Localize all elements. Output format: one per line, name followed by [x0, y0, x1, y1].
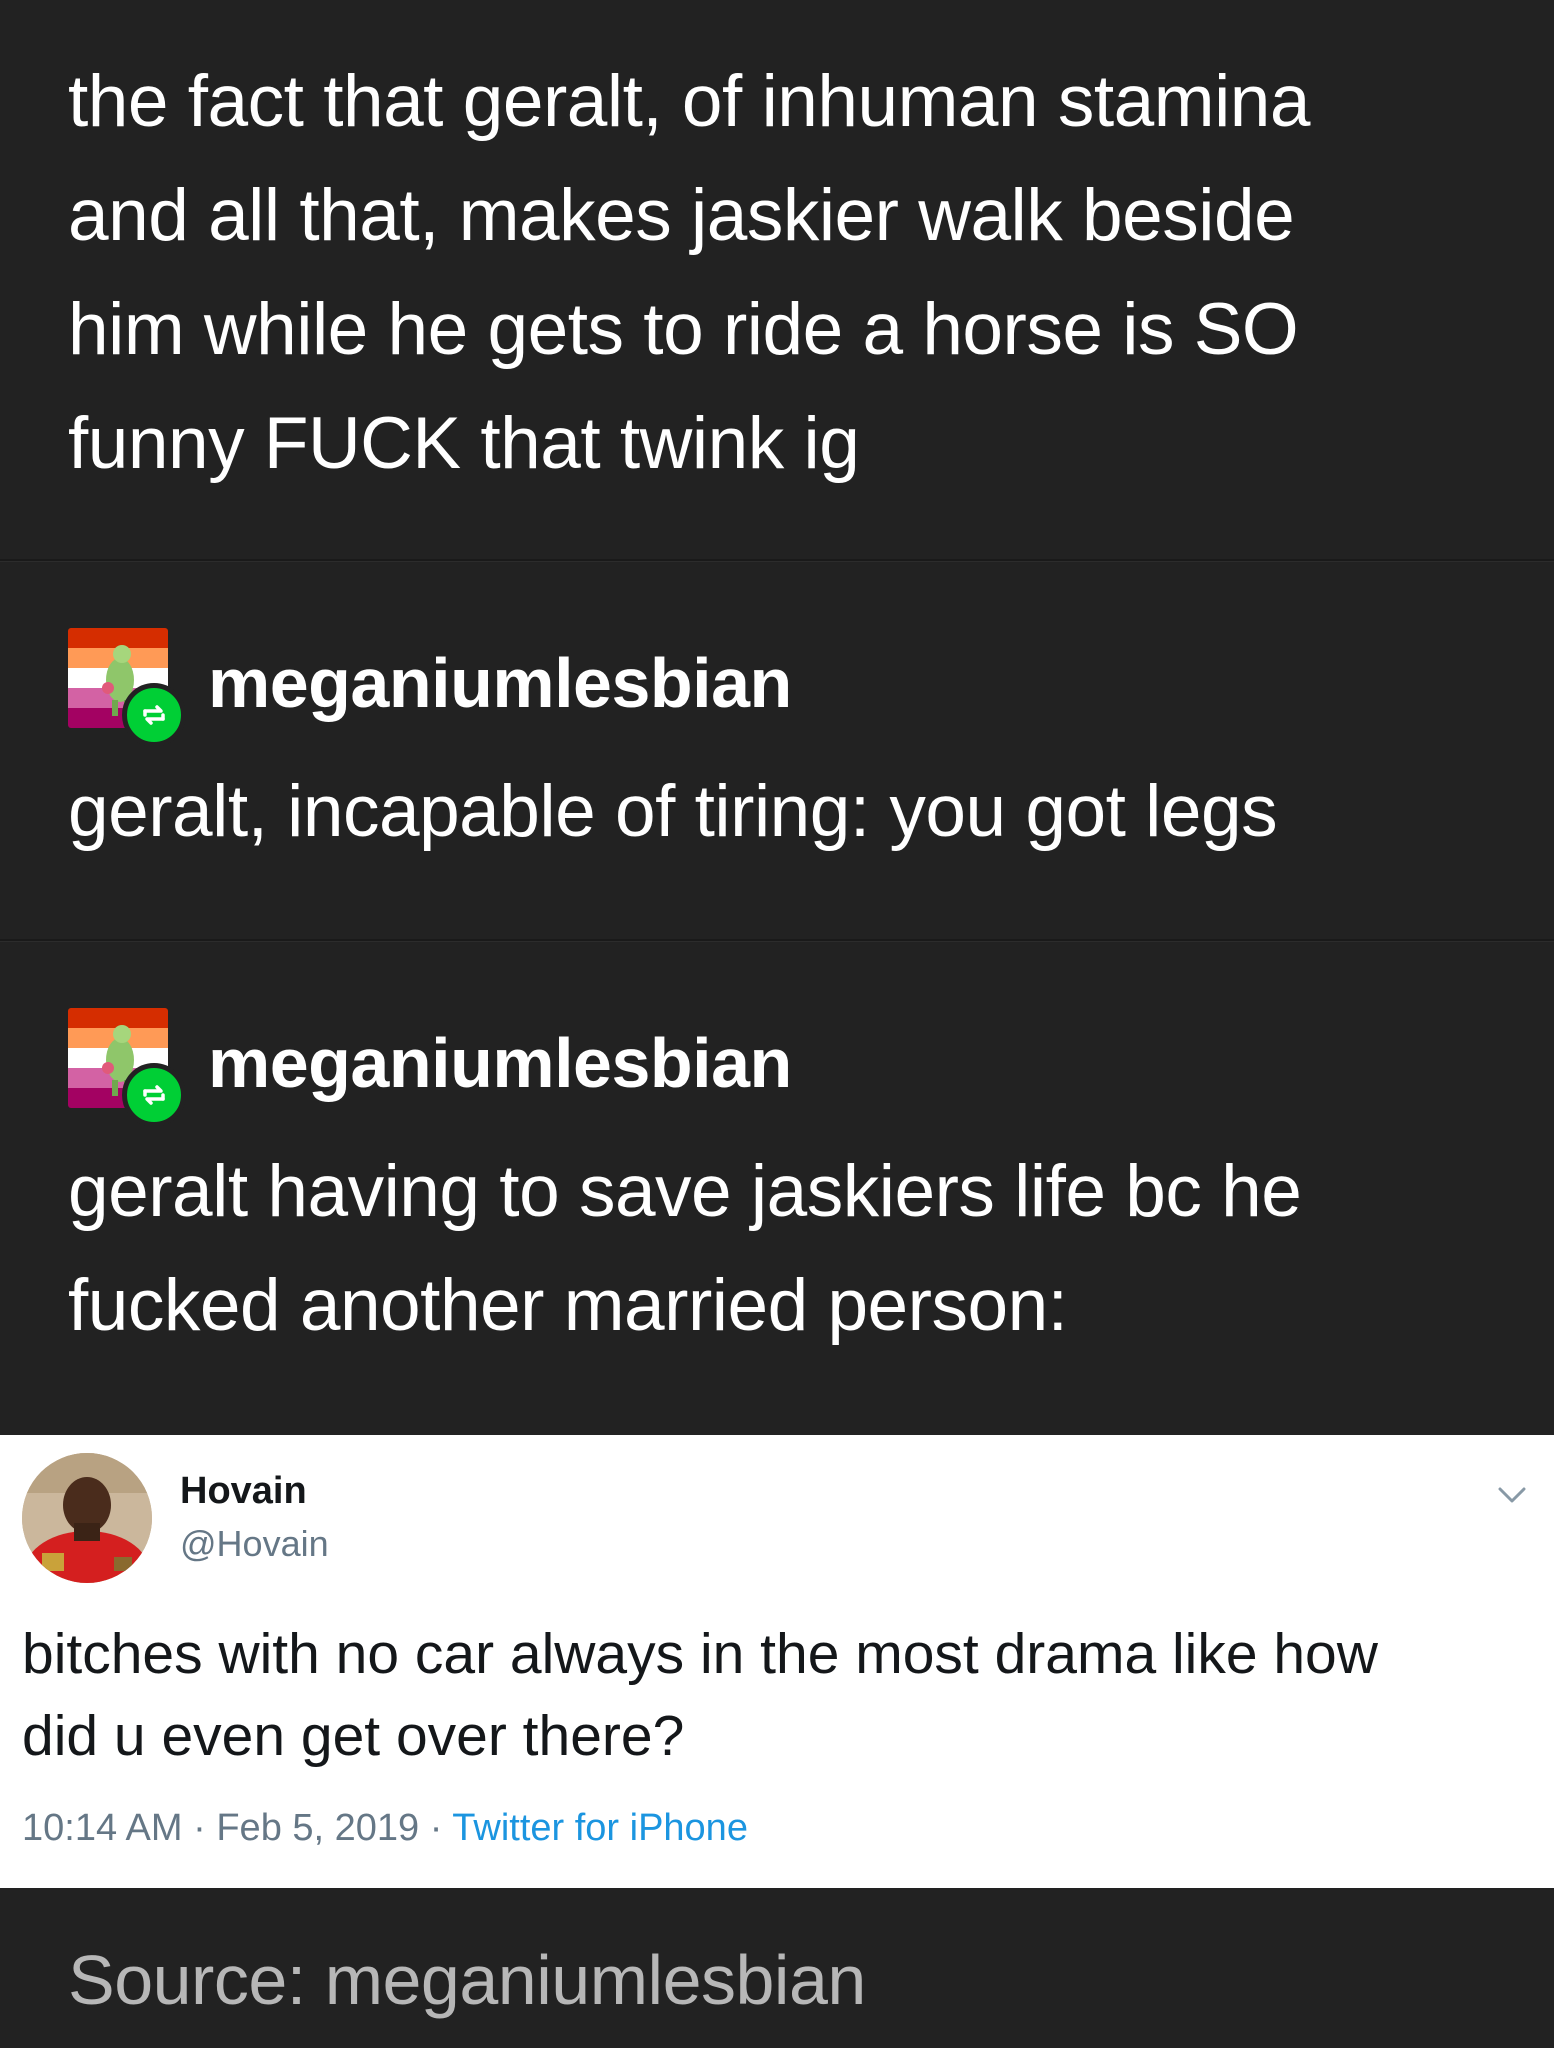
reblog-icon — [122, 1063, 186, 1127]
post-text-line: him while he gets to ride a horse is SO — [68, 289, 1299, 370]
tweet-text: bitches with no car always in the most d… — [22, 1613, 1522, 1777]
post-text-line: funny FUCK that twink ig — [68, 403, 860, 484]
reblog-header: meganiumlesbian — [68, 1003, 1486, 1127]
post-text-line: and all that, makes jaskier walk beside — [68, 175, 1295, 256]
reblog-header: meganiumlesbian — [68, 623, 1486, 747]
tweet-text-line: did u even get over there? — [22, 1704, 685, 1768]
reblog-text-line: geralt, incapable of tiring: you got leg… — [68, 771, 1278, 852]
tweet-source-link[interactable]: Twitter for iPhone — [452, 1807, 748, 1849]
meta-separator: · — [193, 1807, 206, 1849]
profile-photo-icon — [22, 1453, 152, 1583]
tweet-time[interactable]: 10:14 AM — [22, 1807, 183, 1849]
tweet-avatar[interactable] — [22, 1453, 152, 1583]
reblog-text-line: geralt having to save jaskiers life bc h… — [68, 1151, 1302, 1232]
tweet-handle[interactable]: @Hovain — [180, 1523, 329, 1565]
original-post: the fact that geralt, of inhuman stamina… — [0, 0, 1554, 561]
avatar-container[interactable] — [68, 1003, 188, 1127]
post-text-line: the fact that geralt, of inhuman stamina — [68, 61, 1311, 142]
username[interactable]: meganiumlesbian — [208, 643, 792, 723]
reblog-2: meganiumlesbian geralt having to save ja… — [0, 1003, 1554, 1363]
reblog-1: meganiumlesbian geralt, incapable of tir… — [0, 623, 1554, 869]
username[interactable]: meganiumlesbian — [208, 1023, 792, 1103]
tweet-text-line: bitches with no car always in the most d… — [22, 1622, 1378, 1686]
meta-separator: · — [429, 1807, 443, 1849]
tweet-meta: 10:14 AM · Feb 5, 2019 · Twitter for iPh… — [22, 1807, 748, 1850]
tweet-date[interactable]: Feb 5, 2019 — [216, 1807, 419, 1849]
chevron-down-icon[interactable] — [1494, 1477, 1530, 1513]
reblog-text-line: fucked another married person: — [68, 1265, 1068, 1346]
source-attribution[interactable]: Source: meganiumlesbian — [68, 1940, 866, 2020]
divider — [0, 939, 1554, 942]
tweet-display-name[interactable]: Hovain — [180, 1470, 307, 1513]
embedded-tweet: Hovain @Hovain bitches with no car alway… — [0, 1435, 1554, 1888]
avatar-container[interactable] — [68, 623, 188, 747]
divider — [0, 559, 1554, 562]
reblog-icon — [122, 683, 186, 747]
